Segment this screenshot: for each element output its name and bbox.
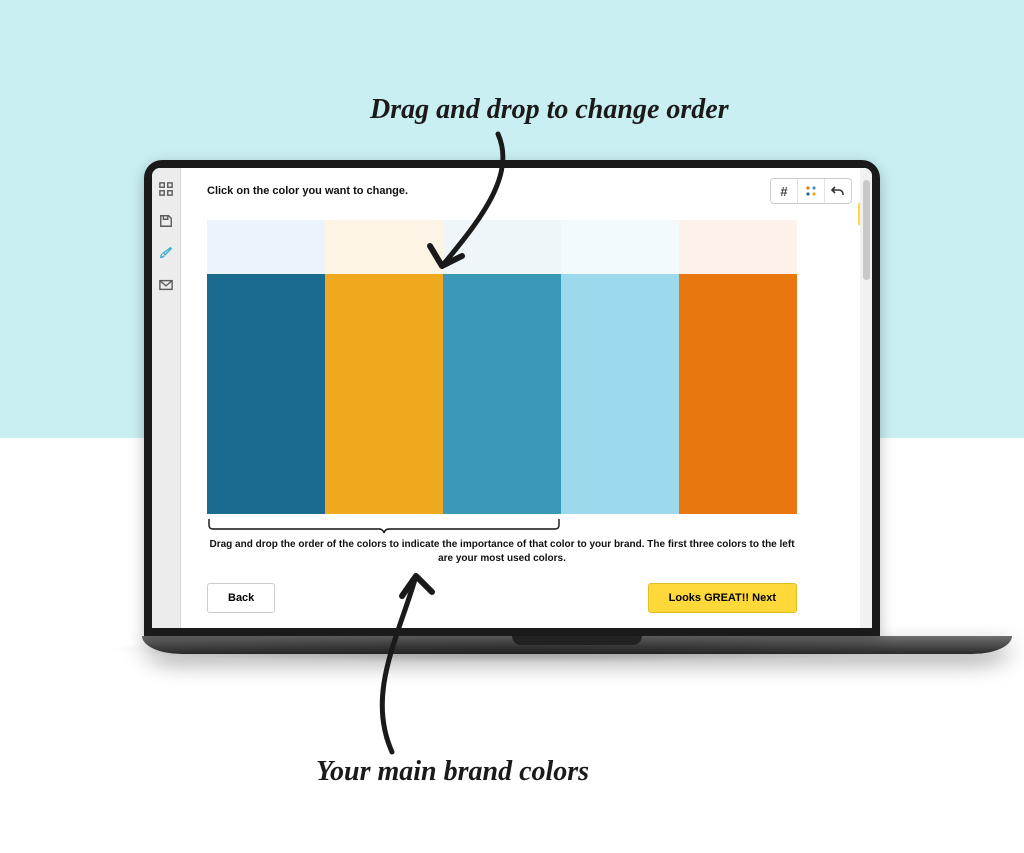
annotation-top: Drag and drop to change order bbox=[370, 94, 729, 126]
instruction-text: Click on the color you want to change. bbox=[207, 185, 408, 197]
palette-swatch-2[interactable] bbox=[325, 274, 443, 514]
palette-row bbox=[207, 274, 797, 514]
annotation-bottom: Your main brand colors bbox=[316, 756, 589, 788]
preview-swatch-1 bbox=[207, 220, 325, 274]
palette-swatch-4[interactable] bbox=[561, 274, 679, 514]
preview-swatch-2 bbox=[325, 220, 443, 274]
save-icon[interactable] bbox=[159, 214, 173, 228]
grid-icon[interactable] bbox=[159, 182, 173, 196]
app-sidebar bbox=[152, 168, 181, 628]
undo-button[interactable] bbox=[825, 179, 851, 203]
arrow-bottom bbox=[336, 568, 476, 773]
laptop-shadow bbox=[102, 635, 922, 663]
palette-swatch-1[interactable] bbox=[207, 274, 325, 514]
palette-swatch-5[interactable] bbox=[679, 274, 797, 514]
palette-swatch-3[interactable] bbox=[443, 274, 561, 514]
preview-swatch-4 bbox=[561, 220, 679, 274]
main-colors-bracket bbox=[207, 518, 561, 534]
preview-swatch-5 bbox=[679, 220, 797, 274]
brush-icon[interactable] bbox=[159, 246, 173, 260]
toolbar: # bbox=[770, 178, 852, 204]
arrow-top bbox=[428, 128, 548, 293]
help-text: Drag and drop the order of the colors to… bbox=[207, 538, 797, 565]
hex-input-button[interactable]: # bbox=[771, 179, 798, 203]
mail-icon[interactable] bbox=[159, 278, 173, 292]
scrollbar[interactable] bbox=[860, 168, 872, 628]
palette-picker-button[interactable] bbox=[798, 179, 825, 203]
back-button[interactable]: Back bbox=[207, 583, 275, 613]
next-button[interactable]: Looks GREAT!! Next bbox=[648, 583, 797, 613]
button-row: Back Looks GREAT!! Next bbox=[207, 583, 797, 613]
